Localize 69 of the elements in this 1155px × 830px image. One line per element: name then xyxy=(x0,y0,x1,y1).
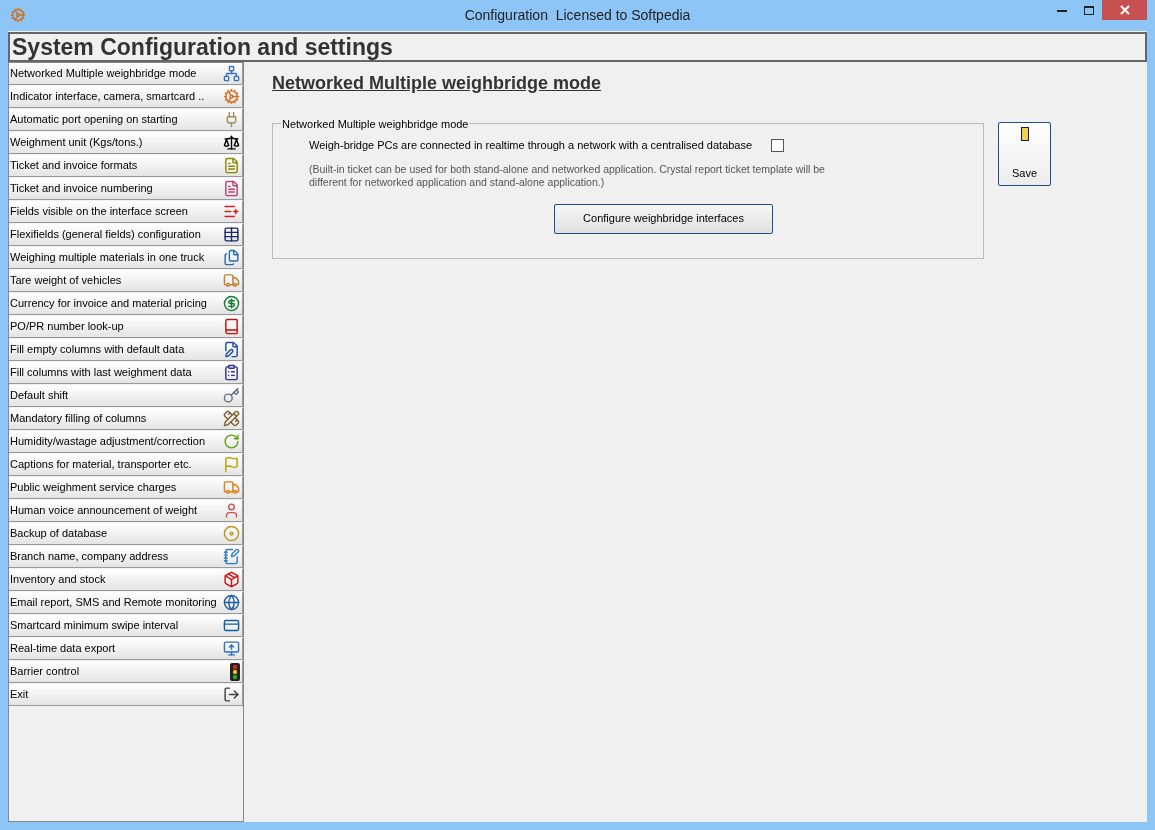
scale-icon xyxy=(223,134,240,151)
sidebar-item[interactable]: Fields visible on the interface screen xyxy=(9,201,243,223)
sidebar-item[interactable]: Indicator interface, camera, smartcard .. xyxy=(9,86,243,108)
notebook-icon xyxy=(223,548,240,565)
network-icon xyxy=(223,65,240,82)
book-icon xyxy=(223,318,240,335)
clipboard-icon xyxy=(223,364,240,381)
sidebar-item[interactable]: Weighing multiple materials in one truck xyxy=(9,247,243,269)
battery-icon xyxy=(1020,127,1029,141)
disc-icon xyxy=(223,525,240,542)
close-icon xyxy=(1119,5,1130,15)
exit-icon xyxy=(223,686,240,703)
edit-document-icon xyxy=(223,341,240,358)
pencil-icon xyxy=(223,410,240,427)
sidebar-item[interactable]: Smartcard minimum swipe interval xyxy=(9,615,243,637)
sidebar-item[interactable]: Captions for material, transporter etc. xyxy=(9,454,243,476)
sidebar-item[interactable]: Email report, SMS and Remote monitoring xyxy=(9,592,243,614)
sidebar-item[interactable]: Flexifields (general fields) configuration xyxy=(9,224,243,246)
option-label: Weigh-bridge PCs are connected in realtime through a network with a centralised database xyxy=(309,138,754,153)
truck-icon xyxy=(223,272,240,289)
sidebar-item[interactable]: Fill empty columns with default data xyxy=(9,339,243,361)
maximize-icon xyxy=(1083,6,1094,15)
document-icon xyxy=(223,180,240,197)
globe-icon xyxy=(223,594,240,611)
section-title: Networked Multiple weighbridge mode xyxy=(272,72,602,95)
sidebar-item[interactable]: Automatic port opening on starting xyxy=(9,109,243,131)
sidebar-item[interactable]: Public weighment service charges xyxy=(9,477,243,499)
sidebar-item[interactable]: Fill columns with last weighment data xyxy=(9,362,243,384)
form-icon xyxy=(223,203,240,220)
sidebar-item[interactable]: Barrier control xyxy=(9,661,243,683)
close-button[interactable] xyxy=(1102,0,1147,20)
document-icon xyxy=(223,157,240,174)
app-gear-icon xyxy=(10,7,26,23)
sidebar-item[interactable]: Ticket and invoice numbering xyxy=(9,178,243,200)
sidebar-item[interactable]: Inventory and stock xyxy=(9,569,243,591)
sidebar-item[interactable]: Human voice announcement of weight xyxy=(9,500,243,522)
save-button[interactable]: Save xyxy=(998,122,1051,186)
sidebar-item[interactable]: Ticket and invoice formats xyxy=(9,155,243,177)
sidebar-item[interactable]: Exit xyxy=(9,684,243,706)
rotate-icon xyxy=(223,433,240,450)
sidebar-item[interactable]: Default shift xyxy=(9,385,243,407)
truck-icon xyxy=(223,479,240,496)
dollar-icon xyxy=(223,295,240,312)
sidebar-item[interactable]: Currency for invoice and material pricing xyxy=(9,293,243,315)
table-icon xyxy=(223,226,240,243)
note-text: (Built-in ticket can be used for both stand-alone and networked application. Crystal report ticket template will be different for networked application and stand-alone application.) xyxy=(309,162,826,189)
window-title: Configuration Licensed to Softpedia xyxy=(464,7,691,23)
flag-icon xyxy=(223,456,240,473)
credit-card-icon xyxy=(223,617,240,634)
sidebar-item[interactable]: Weighment unit (Kgs/tons.) xyxy=(9,132,243,154)
person-icon xyxy=(223,502,240,519)
sidebar-item[interactable]: Tare weight of vehicles xyxy=(9,270,243,292)
sidebar-item[interactable]: Humidity/wastage adjustment/correction xyxy=(9,431,243,453)
sidebar-item[interactable]: PO/PR number look-up xyxy=(9,316,243,338)
minimize-icon xyxy=(1056,9,1067,12)
gear-icon xyxy=(223,88,240,105)
documents-icon xyxy=(223,249,240,266)
traffic-light-icon xyxy=(230,662,240,681)
sidebar-item[interactable]: Networked Multiple weighbridge mode xyxy=(9,63,243,85)
package-icon xyxy=(223,571,240,588)
page-title: System Configuration and settings xyxy=(12,35,393,59)
monitor-icon xyxy=(223,640,240,657)
key-icon xyxy=(223,387,240,404)
sidebar-item[interactable]: Branch name, company address xyxy=(9,546,243,568)
sidebar-item[interactable]: Real-time data export xyxy=(9,638,243,660)
checkbox[interactable] xyxy=(771,138,784,152)
configure-button[interactable]: Configure weighbridge interfaces xyxy=(554,203,773,234)
sidebar-item[interactable]: Mandatory filling of columns xyxy=(9,408,243,430)
sidebar-item[interactable]: Backup of database xyxy=(9,523,243,545)
